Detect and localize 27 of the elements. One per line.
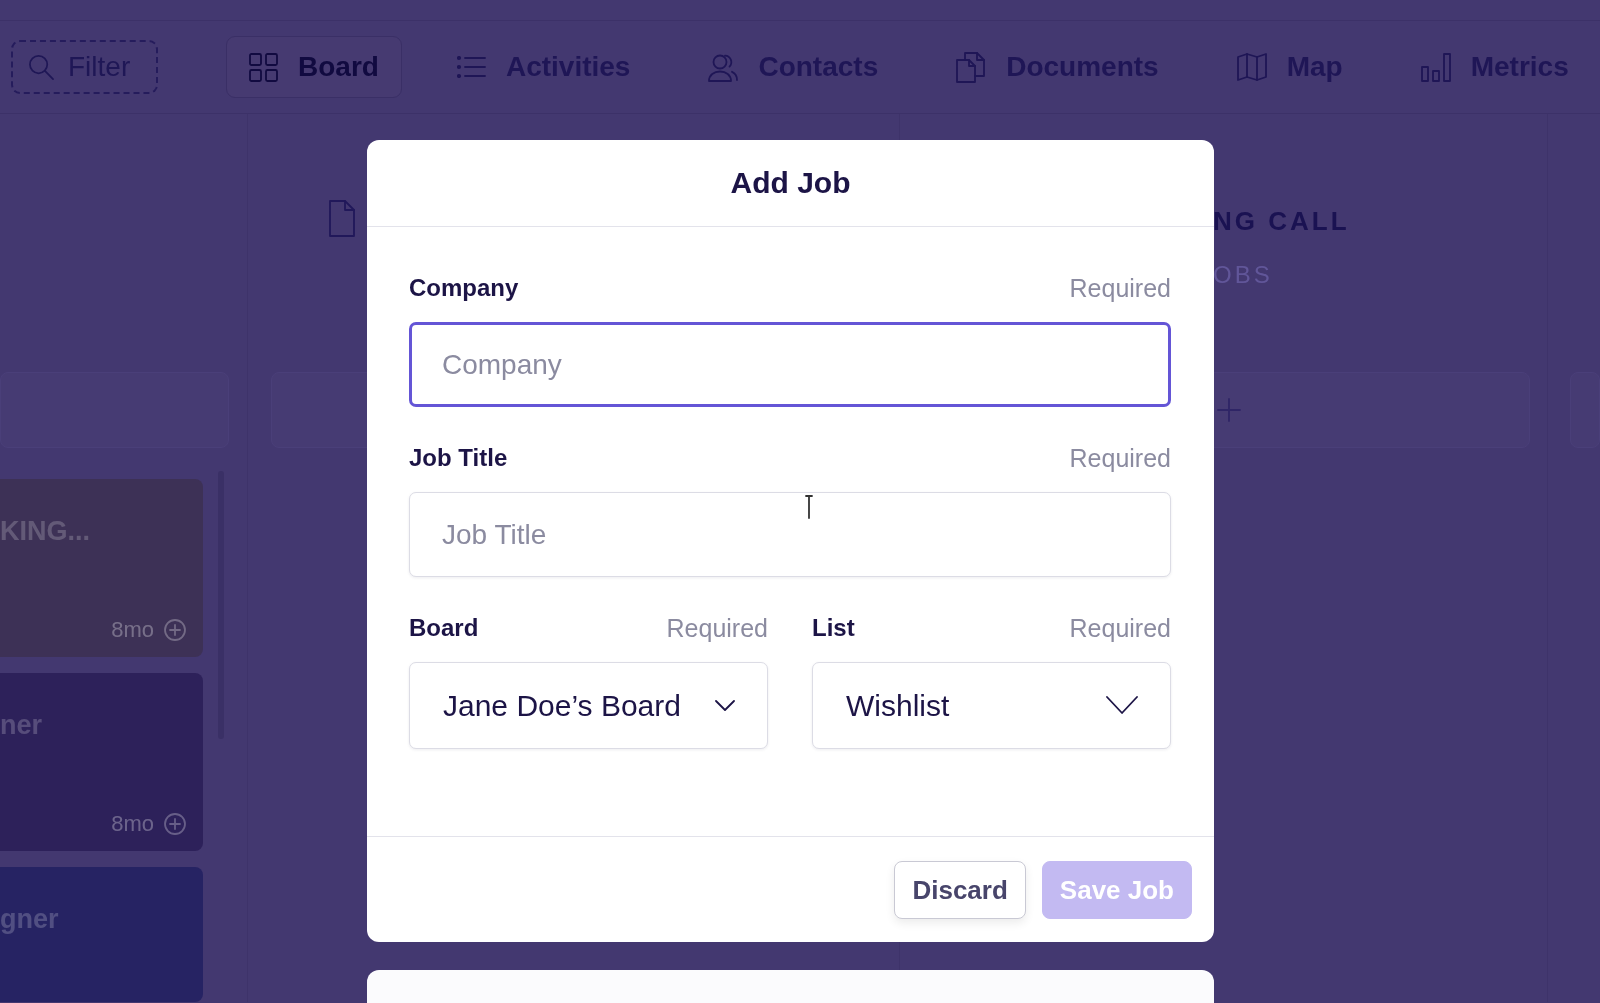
plus-circle-icon[interactable] [164, 813, 186, 835]
action-button[interactable]: Discard [894, 860, 1026, 919]
documents-icon [956, 51, 987, 83]
map-icon [1236, 53, 1267, 81]
people-icon [708, 52, 739, 82]
card-age: 8mo [111, 812, 154, 836]
dropdown[interactable]: Wishlist [812, 662, 1171, 749]
chevron-down-icon [715, 700, 735, 711]
field-label: List [812, 614, 855, 642]
required-label: Required [666, 614, 768, 642]
text-field[interactable]: Company [409, 322, 1171, 407]
required-label: Required [1069, 614, 1171, 642]
search-icon [28, 54, 54, 80]
field-label: Company [409, 274, 519, 302]
text-cursor-icon [805, 495, 813, 519]
chevron-down-icon [1106, 696, 1138, 715]
list-icon [456, 56, 486, 78]
plus-circle-icon[interactable] [164, 619, 186, 641]
document-icon [329, 200, 355, 237]
required-label: Required [1069, 444, 1171, 472]
field-label: Job Title [409, 444, 508, 472]
dialog-title: Add Job [730, 165, 851, 201]
required-label: Required [1069, 274, 1171, 302]
dropdown[interactable]: Jane Doe’s Board [409, 662, 768, 749]
field-label: Board [409, 614, 479, 642]
bar-chart-icon [1420, 52, 1451, 82]
grid-icon [249, 52, 278, 82]
